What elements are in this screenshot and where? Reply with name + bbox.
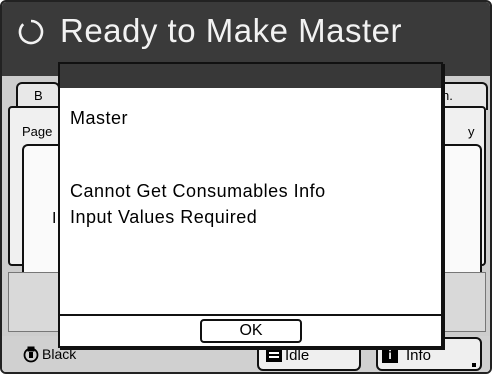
ink-color-label: Black	[42, 346, 77, 362]
dialog-message-line-2: Input Values Required	[70, 207, 258, 227]
tab-functions-label: n.	[442, 88, 453, 103]
copy-label: y	[468, 124, 475, 139]
info-icon: i	[382, 347, 398, 363]
copy-field[interactable]	[438, 144, 482, 278]
ring-icon	[18, 19, 44, 45]
idle-label: Idle	[285, 347, 310, 364]
ok-button[interactable]: OK	[200, 319, 302, 343]
panel-screen: Ready to Make Master B n. Page y I Black…	[0, 0, 492, 374]
dialog-heading: Master	[70, 108, 129, 128]
info-label: Info	[406, 347, 432, 364]
tab-basic-label: B	[34, 88, 43, 103]
idle-icon	[266, 348, 282, 362]
dialog-message-line-1: Cannot Get Consumables Info	[70, 181, 326, 201]
dialog-title-bar	[60, 64, 441, 88]
page-title: Ready to Make Master	[60, 12, 402, 49]
page-label: Page	[22, 124, 53, 139]
message-dialog: Master Cannot Get Consumables Info Input…	[58, 62, 443, 348]
ink-drum-icon	[23, 346, 39, 363]
corner-dot-icon	[472, 363, 476, 367]
page-field-text: I	[52, 210, 57, 227]
